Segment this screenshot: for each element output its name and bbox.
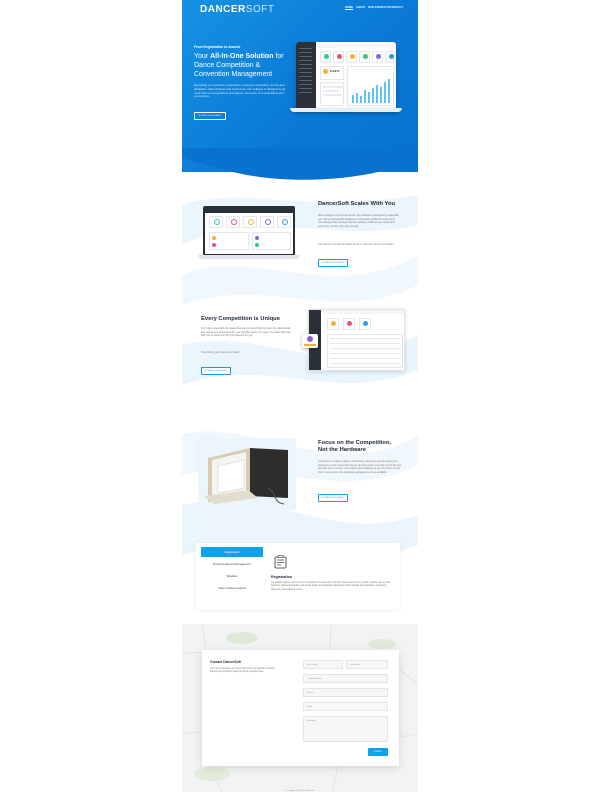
hardware-title-line2: Not the Hardware	[318, 447, 366, 453]
last-name-field[interactable]: Last Name	[346, 660, 388, 669]
first-name-field[interactable]: First Name	[303, 660, 343, 669]
unique-title: Every Competition is Unique	[201, 316, 280, 322]
schedule-demo-button-scales[interactable]: SCHEDULE A DEMO	[318, 259, 348, 267]
contact-body: Get more of answers to how to help you i…	[210, 668, 275, 674]
hardware-kit-image	[198, 438, 296, 510]
message-field[interactable]: Message	[303, 716, 388, 742]
tab-registration[interactable]: Registration	[201, 547, 263, 557]
registration-form-icon	[274, 555, 287, 569]
tab-panel-body: Let studios register online for any comp…	[271, 582, 390, 591]
nav-about[interactable]: ABOUT	[356, 6, 366, 9]
tab-video-critique-capture[interactable]: Video Critique Capture	[201, 583, 263, 593]
schedule-demo-button-unique[interactable]: SCHEDULE A DEMO	[201, 367, 231, 375]
unique-body-2: Your timing, your rules, your brand.	[201, 351, 240, 354]
hardware-title-line1: Focus on the Competition,	[318, 440, 392, 446]
hero-headline: Your All-In-One Solution for Dance Compe…	[194, 53, 284, 79]
dashboard-kpi: $ 9,870	[330, 69, 340, 73]
scales-body: Start a single event or 100 events. Our …	[318, 214, 399, 229]
landing-page: DANCERSOFT HOME ABOUT OUR PRODUCTS CONTA…	[0, 0, 600, 800]
laptop-base	[198, 255, 300, 259]
hero-description: Everything you need from registration, e…	[194, 83, 286, 99]
company-field[interactable]: Company Name	[303, 674, 388, 683]
tab-panel-title: Registration	[271, 575, 292, 579]
unique-dashboard-screenshot	[308, 309, 405, 371]
hardware-body: Computers, monitors, tablets, connection…	[318, 460, 402, 475]
scales-dashboard-screenshot	[203, 206, 295, 256]
contact-title: Contact DancerSoft	[210, 660, 241, 664]
tab-employee-event-management[interactable]: Employee/Event Management	[201, 559, 263, 569]
hero-eyebrow: From Registration to Awards	[194, 45, 241, 49]
scales-body-2: Give dancers an almost instant score, in…	[318, 243, 395, 246]
hero-wave	[182, 148, 418, 180]
submit-button[interactable]: SUBMIT	[368, 748, 388, 756]
footer-copyright: © Copyright 2019 DancerSoft, Inc.	[284, 790, 316, 792]
tab-tabulator[interactable]: Tabulator	[201, 571, 263, 581]
unique-body: Don't get to deal with the hassle that y…	[201, 327, 291, 338]
schedule-demo-button-hardware[interactable]: SCHEDULE A DEMO	[318, 494, 348, 502]
schedule-demo-button-hero[interactable]: SCHEDULE A DEMO	[194, 112, 226, 120]
hero-dashboard-screenshot: $ 9,870	[296, 42, 396, 110]
laptop-base	[290, 108, 402, 112]
scales-title: DancerSoft Scales With You	[318, 201, 396, 207]
nav-home[interactable]: HOME	[345, 6, 354, 10]
phone-field[interactable]: Phone	[303, 688, 388, 697]
brand-logo[interactable]: DANCERSOFT	[200, 4, 274, 15]
nav-contact[interactable]: CONTACT	[390, 6, 403, 9]
nav-our-products[interactable]: OUR PRODUCTS	[368, 6, 390, 9]
email-field[interactable]: Email	[303, 702, 388, 711]
popup-badge	[302, 334, 318, 348]
